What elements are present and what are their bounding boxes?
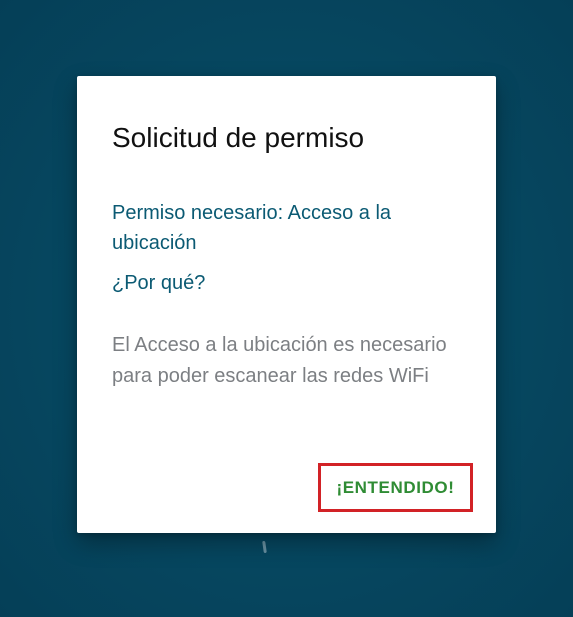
permission-dialog: Solicitud de permiso Permiso necesario: … — [77, 76, 496, 533]
understood-button[interactable]: ¡ENTENDIDO! — [318, 463, 473, 512]
why-link[interactable]: ¿Por qué? — [112, 269, 205, 297]
dialog-title: Solicitud de permiso — [112, 122, 365, 153]
permission-required-text: Permiso necesario: Acceso a la ubicación — [112, 202, 392, 254]
permission-explanation: El Acceso a la ubicación es necesario pa… — [112, 334, 447, 387]
